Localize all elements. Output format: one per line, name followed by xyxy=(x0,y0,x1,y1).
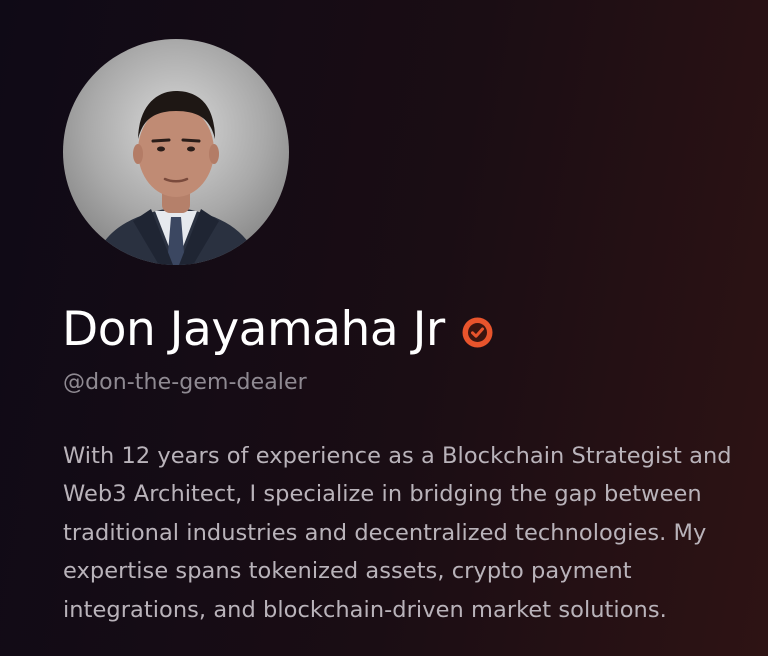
name-row: Don Jayamaha Jr xyxy=(62,300,494,360)
bio-line: integrations, and blockchain-driven mark… xyxy=(63,596,667,623)
avatar[interactable] xyxy=(63,39,289,265)
verified-badge-icon xyxy=(461,316,494,349)
bio-line: Web3 Architect, I specialize in bridging… xyxy=(63,481,702,508)
bio-line: traditional industries and decentralized… xyxy=(63,519,707,546)
profile-handle: @don-the-gem-dealer xyxy=(63,370,307,395)
avatar-portrait-image xyxy=(93,91,259,265)
profile-name: Don Jayamaha Jr xyxy=(62,302,445,357)
profile-bio: With 12 years of experience as a Blockch… xyxy=(63,437,753,629)
bio-line: With 12 years of experience as a Blockch… xyxy=(63,443,732,469)
bio-line: expertise spans tokenized assets, crypto… xyxy=(63,558,632,585)
profile-card: Don Jayamaha Jr @don-the-gem-dealer With… xyxy=(0,0,768,656)
